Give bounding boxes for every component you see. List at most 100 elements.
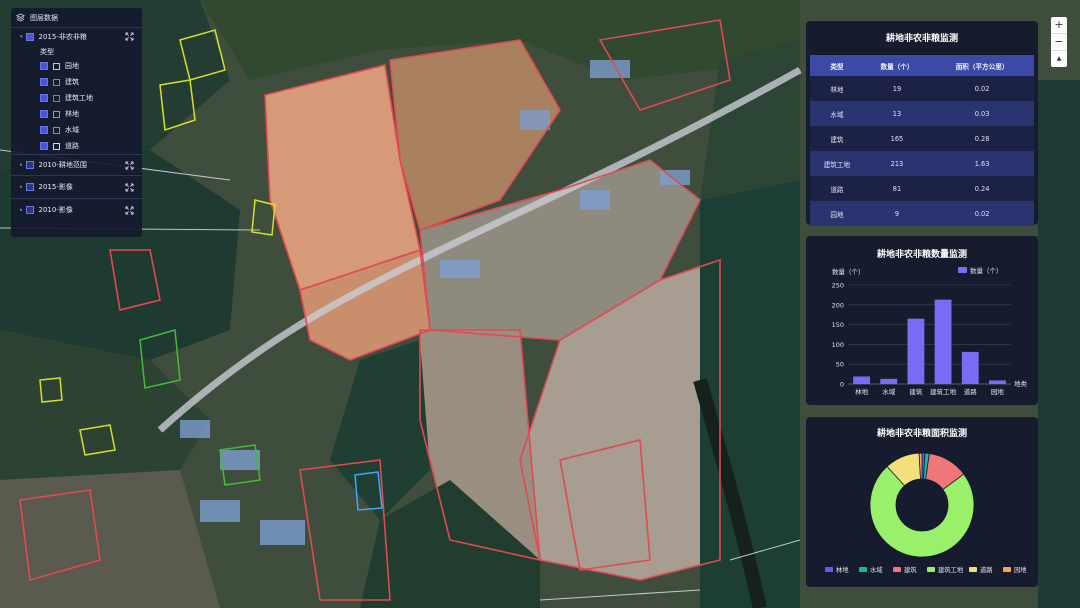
bar-chart-ytick-label: 50 <box>836 361 844 369</box>
pie-legend-swatch <box>893 567 901 572</box>
bar-chart-legend-swatch <box>958 267 967 273</box>
type-swatch <box>53 94 60 102</box>
table-header-type: 类型 <box>810 55 864 76</box>
type-checkbox[interactable] <box>40 126 48 134</box>
expand-icon[interactable]: ▾ <box>20 34 23 40</box>
layer-label-2015-nonfarm: 2015-非农非粮 <box>38 32 87 41</box>
pie-chart-title: 耕地非农非粮面积监测 <box>877 427 967 439</box>
table-row: 道路 81 0.24 <box>810 176 1034 201</box>
bar-建筑工地 <box>934 299 952 384</box>
layer-checkbox-2010-image[interactable] <box>25 206 34 214</box>
type-row[interactable]: 建筑工地 <box>11 90 142 106</box>
zoom-out-button[interactable]: − <box>1051 34 1067 51</box>
bar-chart-xtick-label: 水域 <box>882 387 896 396</box>
layer-panel: 图层数据 ▾ 2015-非农非粮 类型 园地建筑 建筑工地林地水域道路 ▸ 201… <box>11 8 142 237</box>
table-cell: 林地 <box>810 76 864 101</box>
layer-label-2015-image: 2015-影像 <box>38 183 73 191</box>
table-cell: 0.02 <box>930 76 1034 101</box>
table-cell: 0.02 <box>930 201 1034 226</box>
layer-row-2015-nonfarm[interactable]: ▾ 2015-非农非粮 <box>11 28 142 45</box>
type-swatch <box>53 78 60 86</box>
table-cell: 213 <box>863 151 931 176</box>
pie-chart-panel: 耕地非农非粮面积监测 林地 水域 建筑 建筑工地 道路 园地 <box>806 417 1038 587</box>
bar-chart-xtick-label: 道路 <box>964 387 978 396</box>
type-checkbox[interactable] <box>40 142 48 150</box>
expand-arrows-icon[interactable] <box>125 32 134 41</box>
type-sublabel-row: 类型 <box>11 45 142 58</box>
type-swatch <box>53 62 60 70</box>
pie-legend-label: 道路 <box>980 565 993 574</box>
table-cell: 建筑工地 <box>810 151 864 176</box>
bar-chart: 耕地非农非粮数量监测数量（个） 数量（个） 0 50 100 150 200 250 林地 水域 建… <box>832 248 1028 396</box>
expand-arrows-icon[interactable] <box>125 183 134 192</box>
bar-chart-xtick-label: 园地 <box>991 387 1005 396</box>
pie-legend-swatch <box>969 567 977 572</box>
layer-row-2015-image[interactable]: ▸ 2015-影像 <box>11 176 142 199</box>
bar-chart-xtick-label: 建筑工地 <box>930 387 957 396</box>
pie-legend-swatch <box>927 567 935 572</box>
compass-reset-button[interactable]: ▲ <box>1051 51 1067 67</box>
bar-建筑 <box>907 318 925 384</box>
bar-chart-ylabel: 数量（个） <box>832 267 865 276</box>
layer-label-2010-image: 2010-影像 <box>38 206 73 214</box>
bar-chart-ytick-label: 150 <box>832 321 844 329</box>
bar-chart-title: 耕地非农非粮数量监测 <box>877 248 967 260</box>
type-label: 水域 <box>65 126 79 134</box>
type-checkbox[interactable] <box>40 62 48 70</box>
zoom-in-button[interactable]: + <box>1051 17 1067 34</box>
layer-panel-title: 图层数据 <box>30 13 58 22</box>
table-cell: 9 <box>863 201 931 226</box>
layer-checkbox-2015-image[interactable] <box>25 183 34 191</box>
expand-icon[interactable]: ▸ <box>20 207 23 213</box>
expand-arrows-icon[interactable] <box>125 161 134 170</box>
layer-group-2015-nonfarm: ▾ 2015-非农非粮 类型 园地建筑 建筑工地林地水域道路 <box>11 28 142 155</box>
table-cell: 0.24 <box>930 176 1034 201</box>
pie-legend-label: 林地 <box>836 565 849 574</box>
type-swatch <box>53 110 60 118</box>
bar-chart-ytick-label: 250 <box>832 282 844 290</box>
expand-icon[interactable]: ▸ <box>20 162 23 168</box>
type-row[interactable]: 园地 <box>11 58 142 74</box>
expand-icon[interactable]: ▸ <box>20 184 23 190</box>
bar-chart-ytick-label: 100 <box>832 341 844 349</box>
bar-chart-ytick-label: 0 <box>840 381 844 389</box>
type-row[interactable]: 水域 <box>11 122 142 138</box>
table-cell: 建筑 <box>810 126 864 151</box>
table-header-row: 类型 数量（个） 面积（平方公里） <box>810 55 1034 76</box>
pie-chart: 耕地非农非粮面积监测林地 水域 建筑 建筑工地 道路 园地 <box>825 427 1027 574</box>
table-row: 水域 13 0.03 <box>810 101 1034 126</box>
expand-arrows-icon[interactable] <box>125 206 134 215</box>
bar-chart-legend-label: 数量（个） <box>970 266 1003 275</box>
table-cell: 81 <box>863 176 931 201</box>
layer-row-2010-cropland[interactable]: ▸ 2010-耕地范围 <box>11 155 142 176</box>
stats-table: 类型 数量（个） 面积（平方公里） 林地 19 0.02 水域 13 0.03 建筑 165 0… <box>810 55 1034 226</box>
type-label: 林地 <box>65 110 79 118</box>
table-panel-title: 耕地非农非粮监测 <box>885 34 958 44</box>
pie-legend-swatch <box>859 567 867 572</box>
type-swatch <box>53 126 60 134</box>
table-row: 建筑 165 0.28 <box>810 126 1034 151</box>
bar-林地 <box>853 376 871 384</box>
pie-legend-label: 建筑 <box>904 565 917 574</box>
table-header-count: 数量（个） <box>863 55 931 76</box>
layer-checkbox-2010-cropland[interactable] <box>25 161 34 169</box>
type-checkbox[interactable] <box>40 78 48 86</box>
type-checkbox[interactable] <box>40 94 48 102</box>
table-cell: 165 <box>863 126 931 151</box>
type-row[interactable]: 林地 <box>11 106 142 122</box>
type-label: 园地 <box>65 62 79 70</box>
pie-legend-label: 园地 <box>1014 565 1027 574</box>
pie-legend-swatch <box>1003 567 1011 572</box>
layer-row-2010-image[interactable]: ▸ 2010-影像 <box>11 199 142 221</box>
table-cell: 水域 <box>810 101 864 126</box>
bar-chart-xlabel: 地类 <box>1014 379 1028 388</box>
pie-legend-swatch <box>825 567 833 572</box>
type-row[interactable]: 建筑 <box>11 74 142 90</box>
type-checkbox[interactable] <box>40 110 48 118</box>
table-cell: 道路 <box>810 176 864 201</box>
type-row[interactable]: 道路 <box>11 138 142 154</box>
table-row: 林地 19 0.02 <box>810 76 1034 101</box>
layer-checkbox-2015-nonfarm[interactable] <box>25 32 34 41</box>
layers-icon <box>16 13 25 22</box>
layer-panel-header: 图层数据 <box>11 8 142 28</box>
